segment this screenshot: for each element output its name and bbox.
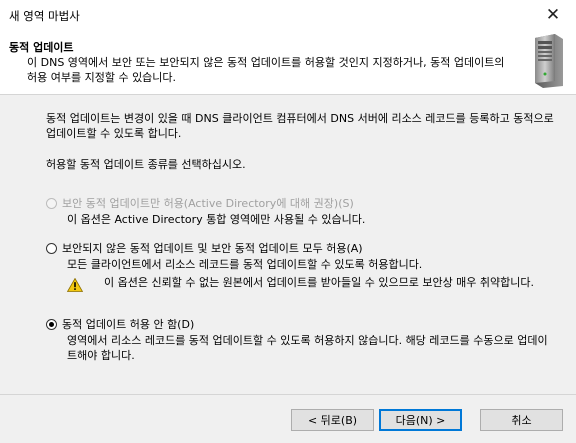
radio-allow-all[interactable]: 보안되지 않은 동적 업데이트 및 보안 동적 업데이트 모두 허용(A) [46, 240, 363, 256]
title-bar: 새 영역 마법사 ✕ [0, 0, 576, 30]
back-button[interactable]: < 뒤로(B) [291, 409, 374, 431]
disallow-description: 영역에서 리소스 레코드를 동적 업데이트할 수 있도록 허용하지 않습니다. … [67, 334, 548, 362]
radio-button [46, 197, 57, 209]
radio-allow-all-label: 보안되지 않은 동적 업데이트 및 보안 동적 업데이트 모두 허용(A) [62, 242, 363, 255]
close-icon: ✕ [545, 5, 561, 25]
page-title: 동적 업데이트 [9, 41, 74, 54]
page-description: 이 DNS 영역에서 보안 또는 보안되지 않은 동적 업데이트를 허용할 것인… [27, 56, 505, 84]
secure-only-description: 이 옵션은 Active Directory 통합 영역에만 사용될 수 있습니… [67, 213, 366, 226]
warning-icon [67, 278, 83, 292]
radio-button[interactable] [46, 242, 57, 254]
radio-button[interactable] [46, 318, 57, 330]
server-icon [535, 34, 563, 88]
allow-all-description: 모든 클라이언트에서 리소스 레코드를 동적 업데이트할 수 있도록 허용합니다… [67, 258, 423, 271]
wizard-footer: < 뒤로(B) 다음(N) > 취소 [0, 395, 576, 443]
wizard-header: 동적 업데이트 이 DNS 영역에서 보안 또는 보안되지 않은 동적 업데이트… [0, 30, 576, 95]
intro-text: 동적 업데이트는 변경이 있을 때 DNS 클라이언트 컴퓨터에서 DNS 서버… [46, 112, 554, 140]
allow-all-warning: 이 옵션은 신뢰할 수 없는 원본에서 업데이트를 받아들일 수 있으므로 보안… [104, 276, 535, 289]
radio-disallow-label: 동적 업데이트 허용 안 함(D) [62, 318, 195, 331]
window-title: 새 영역 마법사 [9, 9, 80, 23]
close-button[interactable]: ✕ [530, 0, 576, 30]
choose-prompt: 허용할 동적 업데이트 종류를 선택하십시오. [46, 158, 246, 171]
next-button[interactable]: 다음(N) > [379, 409, 462, 431]
radio-secure-only-label: 보안 동적 업데이트만 허용(Active Directory에 대해 권장)(… [62, 197, 354, 210]
radio-disallow[interactable]: 동적 업데이트 허용 안 함(D) [46, 316, 194, 332]
wizard-body: 동적 업데이트는 변경이 있을 때 DNS 클라이언트 컴퓨터에서 DNS 서버… [0, 95, 576, 395]
cancel-button[interactable]: 취소 [480, 409, 563, 431]
radio-secure-only: 보안 동적 업데이트만 허용(Active Directory에 대해 권장)(… [46, 195, 354, 211]
